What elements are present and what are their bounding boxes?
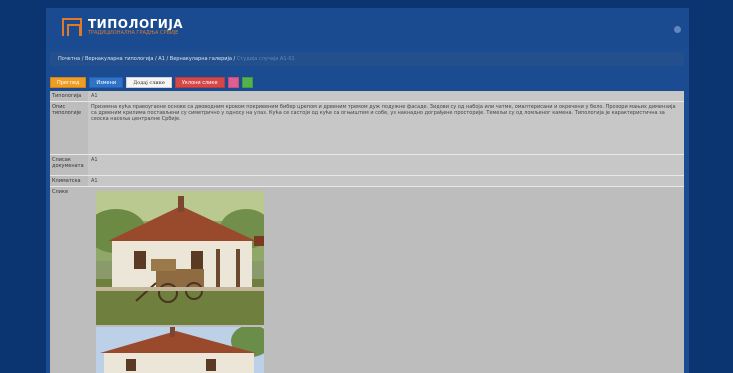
main-container: ТИПОЛОГИЈА ТРАДИЦИОНАЛНА ГРАДЊА СРБИЈЕ П… — [46, 8, 689, 373]
house-photo-2-image — [96, 327, 264, 373]
breadcrumb: Почетна / Вернакуларна типологија / А1 /… — [50, 52, 684, 66]
breadcrumb-home[interactable]: Почетна — [58, 56, 80, 62]
user-menu-icon[interactable] — [674, 26, 681, 33]
climate-row: Климатска А1 — [50, 176, 684, 186]
breadcrumb-a1[interactable]: А1 — [158, 56, 165, 62]
house-photo-2[interactable] — [96, 327, 264, 373]
site-header: ТИПОЛОГИЈА ТРАДИЦИОНАЛНА ГРАДЊА СРБИЈЕ — [46, 8, 689, 48]
logo-subtitle: ТРАДИЦИОНАЛНА ГРАДЊА СРБИЈЕ — [88, 30, 179, 36]
description-value: Приземна кућа правоугаоне основе са двов… — [88, 102, 684, 154]
images-label: Слике — [52, 189, 69, 195]
images-row: Слике — [50, 187, 684, 373]
typology-value: А1 — [88, 91, 684, 101]
description-label: Опис типологије — [52, 104, 82, 116]
confirm-icon-button[interactable] — [241, 77, 253, 88]
breadcrumb-gallery[interactable]: Вернакуларна галерија — [170, 56, 232, 62]
page-background: ТИПОЛОГИЈА ТРАДИЦИОНАЛНА ГРАДЊА СРБИЈЕ П… — [0, 0, 733, 373]
add-images-button[interactable]: Додај слике — [126, 77, 172, 88]
toolbar: Преглед Измени Додај слике Уклони слике — [50, 77, 253, 88]
description-row: Опис типологије Приземна кућа правоугаон… — [50, 102, 684, 154]
house-logo-icon — [62, 18, 82, 36]
documents-row: Списак докумената А1 — [50, 155, 684, 175]
documents-label: Списак докумената — [52, 157, 84, 169]
view-button[interactable]: Преглед — [50, 77, 87, 88]
edit-button[interactable]: Измени — [89, 77, 124, 88]
delete-icon-button[interactable] — [227, 77, 239, 88]
breadcrumb-current: Студија случаја А1-01 — [236, 56, 295, 62]
typology-row: Типологија А1 — [50, 91, 684, 101]
remove-images-button[interactable]: Уклони слике — [174, 77, 225, 88]
typology-label: Типологија — [52, 93, 82, 99]
logo-text: ТИПОЛОГИЈА ТРАДИЦИОНАЛНА ГРАДЊА СРБИЈЕ — [88, 18, 183, 37]
house-photo-1[interactable] — [96, 191, 264, 325]
climate-label: Климатска — [52, 178, 81, 184]
documents-value: А1 — [88, 155, 684, 175]
logo-title: ТИПОЛОГИЈА — [88, 17, 184, 31]
details-table: Типологија А1 Опис типологије Приземна к… — [50, 91, 684, 373]
climate-value: А1 — [88, 176, 684, 186]
house-photo-1-image — [96, 191, 264, 325]
breadcrumb-vernacular-typology[interactable]: Вернакуларна типологија — [85, 56, 153, 62]
logo[interactable]: ТИПОЛОГИЈА ТРАДИЦИОНАЛНА ГРАДЊА СРБИЈЕ — [62, 18, 183, 37]
